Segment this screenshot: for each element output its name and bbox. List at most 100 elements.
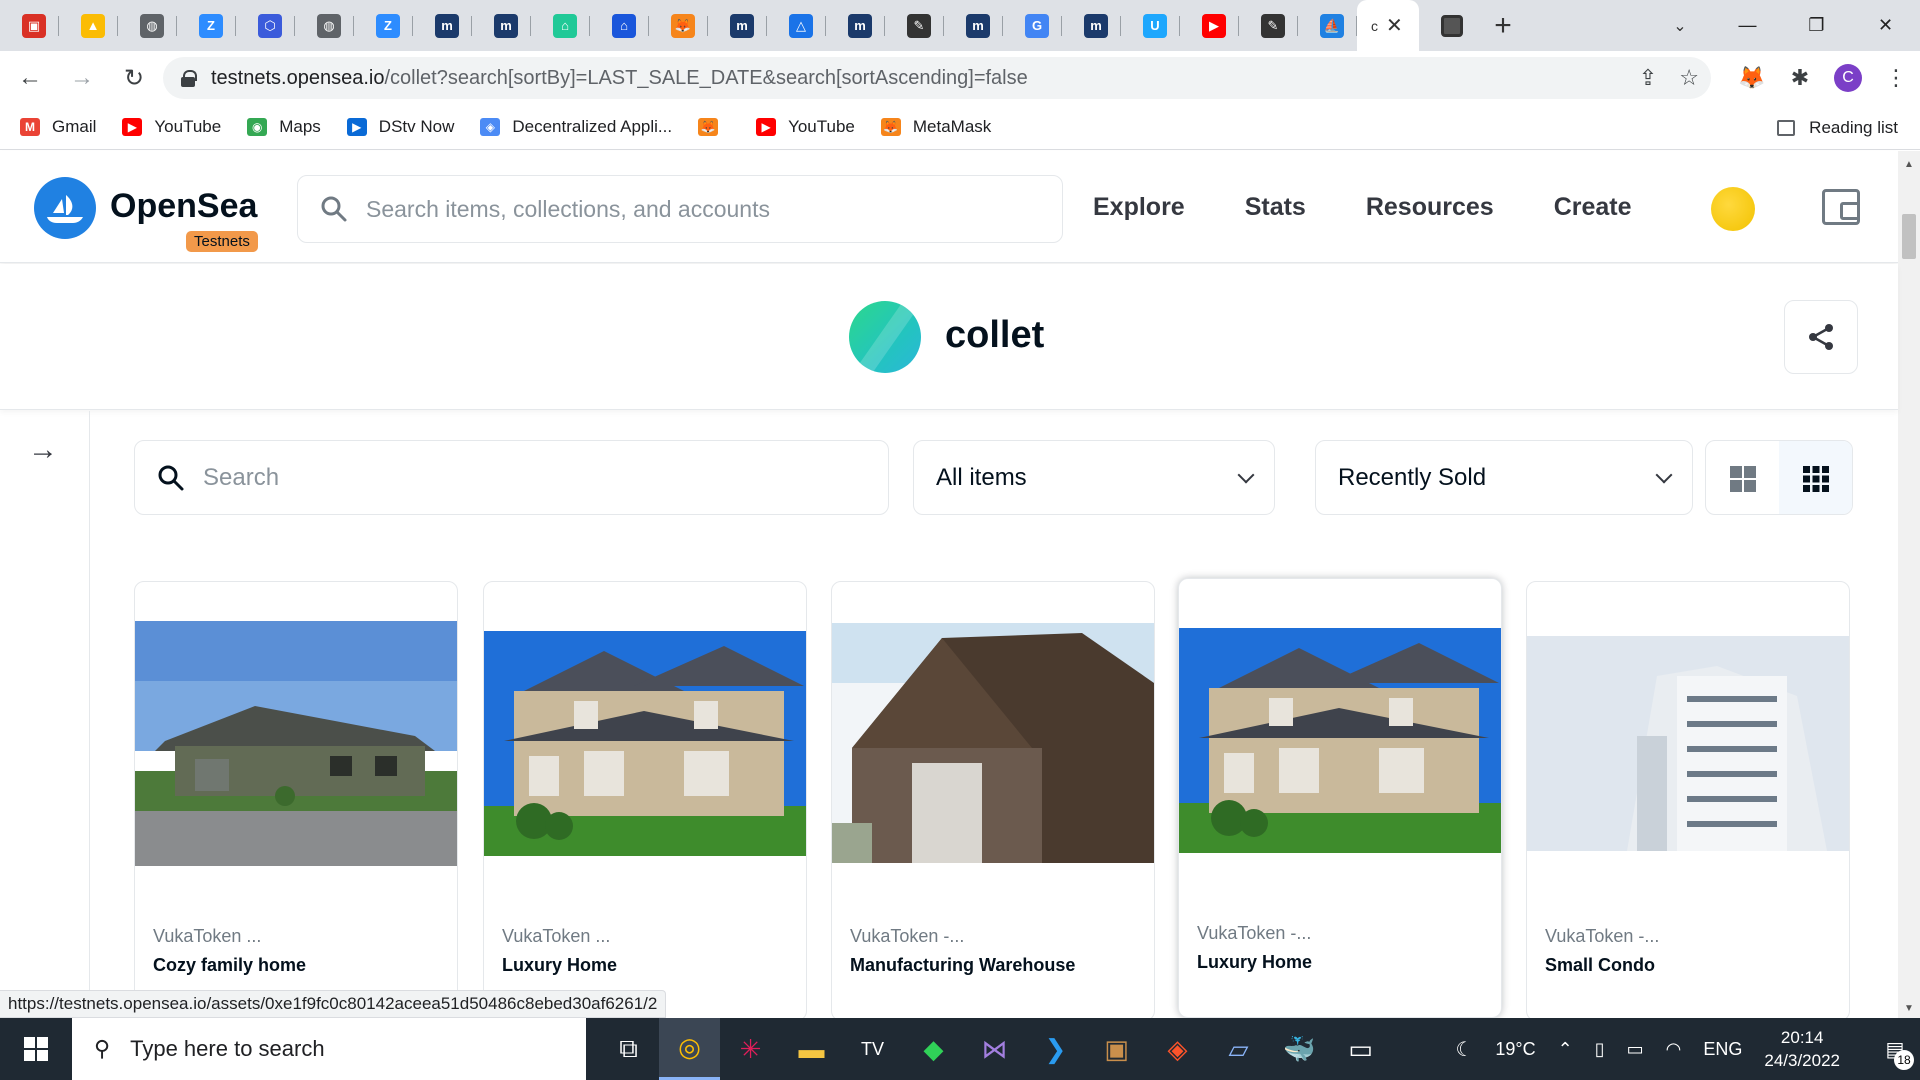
browser-tab[interactable]: m [472, 0, 531, 51]
browser-menu-icon[interactable]: ⋮ [1872, 51, 1920, 105]
sort-select[interactable]: Recently Sold [1315, 440, 1693, 515]
gitkraken-icon[interactable]: ◆ [903, 1018, 964, 1080]
scroll-up-icon[interactable]: ▲ [1904, 159, 1914, 170]
minimize-button[interactable]: — [1713, 0, 1782, 51]
restore-button[interactable]: ❐ [1782, 0, 1851, 51]
tab-extension[interactable] [1419, 0, 1478, 51]
bookmark-gmail[interactable]: M Gmail [20, 117, 96, 137]
address-bar[interactable]: testnets.opensea.io/collet?search[sortBy… [163, 57, 1711, 99]
browser-tab[interactable]: U [1121, 0, 1180, 51]
battery-icon[interactable]: ▯ [1595, 1039, 1605, 1060]
nft-card[interactable]: VukaToken ... Luxury Home [483, 581, 807, 1021]
browser-tab[interactable]: m [826, 0, 885, 51]
browser-tab[interactable]: ✎ [885, 0, 944, 51]
taskbar-search[interactable]: ⚲ Type here to search [72, 1018, 586, 1080]
browser-tab[interactable]: m [413, 0, 472, 51]
device-icon[interactable]: ▭ [1627, 1039, 1644, 1060]
nft-card[interactable]: VukaToken ... Cozy family home [134, 581, 458, 1021]
expand-filters-arrow-icon[interactable]: → [28, 433, 58, 467]
large-grid-button[interactable] [1706, 441, 1779, 514]
bookmark-metamask[interactable]: 🦊 MetaMask [880, 117, 991, 137]
global-search-input[interactable] [366, 195, 1026, 223]
brand-name[interactable]: OpenSea [110, 187, 257, 226]
browser-tab[interactable]: ◍ [118, 0, 177, 51]
tradingview-icon[interactable]: TV [842, 1018, 903, 1080]
reload-button[interactable]: ↻ [112, 56, 156, 100]
notifications-button[interactable]: ▤ 18 [1870, 1018, 1920, 1080]
metamask-extension-icon[interactable]: 🦊 [1728, 51, 1776, 105]
bookmark-metamask[interactable]: 🦊 [698, 118, 730, 136]
bookmark-youtube[interactable]: ▶ YouTube [122, 117, 221, 137]
items-filter-select[interactable]: All items [913, 440, 1275, 515]
nav-resources[interactable]: Resources [1366, 193, 1494, 222]
tray-chevron-up-icon[interactable]: ⌃ [1558, 1039, 1573, 1060]
share-page-icon[interactable]: ⇪ [1639, 65, 1657, 91]
browser-tab[interactable]: ⛵ [1298, 0, 1357, 51]
chrome-icon[interactable]: ◎ [659, 1018, 720, 1080]
nft-card[interactable]: VukaToken -... Small Condo [1526, 581, 1850, 1021]
share-button[interactable] [1784, 300, 1858, 374]
nav-stats[interactable]: Stats [1245, 193, 1306, 222]
close-window-button[interactable]: ✕ [1851, 0, 1920, 51]
language-indicator[interactable]: ENG [1703, 1039, 1742, 1060]
bookmark-dstv-now[interactable]: ▶ DStv Now [346, 117, 454, 137]
tab-active[interactable]: c ✕ [1357, 0, 1419, 51]
box-icon[interactable]: ▣ [1086, 1018, 1147, 1080]
browser-tab[interactable]: △ [767, 0, 826, 51]
brave-icon[interactable]: ◈ [1147, 1018, 1208, 1080]
docker-icon[interactable]: 🐳 [1269, 1018, 1330, 1080]
reading-list-button[interactable]: Reading list [1777, 105, 1898, 150]
visual-studio-icon[interactable]: ⋈ [964, 1018, 1025, 1080]
opensea-logo-icon[interactable] [34, 177, 96, 239]
back-button[interactable]: ← [8, 56, 52, 100]
weather-temperature[interactable]: 19°C [1495, 1039, 1535, 1060]
close-tab-icon[interactable]: ✕ [1386, 13, 1403, 38]
bookmark-youtube[interactable]: ▶ YouTube [756, 117, 855, 137]
nft-card[interactable]: VukaToken -... Luxury Home [1178, 578, 1502, 1018]
browser-tab[interactable]: m [708, 0, 767, 51]
collection-search-input[interactable] [203, 463, 843, 492]
browser-tab[interactable]: m [1062, 0, 1121, 51]
scrollbar-thumb[interactable] [1902, 214, 1916, 259]
browser-tab[interactable]: ⌂ [590, 0, 649, 51]
browser-tab[interactable]: ⬡ [236, 0, 295, 51]
start-button[interactable] [0, 1018, 72, 1080]
tab-search-chevron-icon[interactable]: ⌄ [1660, 0, 1700, 51]
browser-tab[interactable]: m [944, 0, 1003, 51]
lock-icon[interactable] [181, 70, 197, 87]
new-tab-button[interactable]: + [1478, 0, 1528, 51]
weather-moon-icon[interactable]: ☾ [1455, 1037, 1473, 1062]
browser-tab[interactable]: ✎ [1239, 0, 1298, 51]
clock[interactable]: 20:14 24/3/2022 [1764, 1026, 1840, 1072]
wallet-icon[interactable] [1822, 189, 1860, 225]
browser-tab[interactable]: Z [354, 0, 413, 51]
browser-tab[interactable]: ⌂ [531, 0, 590, 51]
account-avatar[interactable] [1711, 187, 1755, 231]
browser-tab[interactable]: ◍ [295, 0, 354, 51]
wifi-icon[interactable]: ◠ [1666, 1039, 1682, 1060]
small-grid-button[interactable] [1779, 441, 1852, 514]
terminal-icon[interactable]: ▭ [1330, 1018, 1391, 1080]
bookmark-star-icon[interactable]: ☆ [1679, 65, 1699, 91]
collection-search[interactable] [134, 440, 889, 515]
browser-tab[interactable]: G [1003, 0, 1062, 51]
vscode-icon[interactable]: ❯ [1025, 1018, 1086, 1080]
bookmark-decentralized-appli[interactable]: ◈ Decentralized Appli... [480, 117, 672, 137]
nft-card[interactable]: VukaToken -... Manufacturing Warehouse [831, 581, 1155, 1021]
global-search[interactable] [297, 175, 1063, 243]
notepad-icon[interactable]: ▱ [1208, 1018, 1269, 1080]
browser-tab[interactable]: ▣ [0, 0, 59, 51]
browser-tab[interactable]: 🦊 [649, 0, 708, 51]
task-view-icon[interactable]: ⧉ [598, 1018, 659, 1080]
slack-icon[interactable]: ✳ [720, 1018, 781, 1080]
browser-tab[interactable]: ▶ [1180, 0, 1239, 51]
browser-tab[interactable]: ▲ [59, 0, 118, 51]
profile-avatar[interactable]: C [1824, 51, 1872, 105]
page-scrollbar[interactable]: ▲ ▼ [1898, 151, 1920, 1018]
nav-explore[interactable]: Explore [1093, 193, 1185, 222]
browser-tab[interactable]: Z [177, 0, 236, 51]
scroll-down-icon[interactable]: ▼ [1904, 1003, 1914, 1014]
nav-create[interactable]: Create [1554, 193, 1632, 222]
forward-button[interactable]: → [60, 56, 104, 100]
bookmark-maps[interactable]: ◉ Maps [247, 117, 321, 137]
